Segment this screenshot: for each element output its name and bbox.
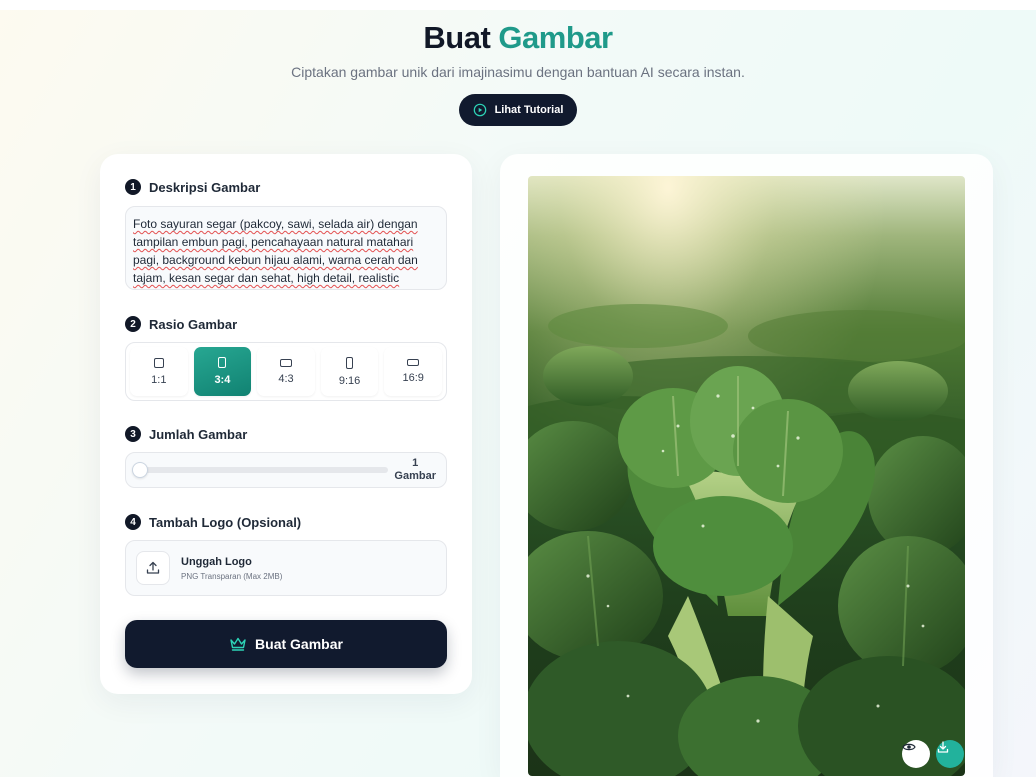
title-part1: Buat	[423, 20, 491, 55]
tall-portrait-icon	[346, 356, 354, 369]
section-count-head: 3 Jumlah Gambar	[125, 426, 247, 442]
ratio-option-3-4[interactable]: 3:4	[193, 347, 252, 396]
page-title: Buat Gambar	[0, 18, 1036, 58]
prompt-text: Foto sayuran segar (pakcoy, sawi, selada…	[133, 217, 418, 285]
ratio-label: 1:1	[151, 373, 167, 386]
settings-panel: 1 Deskripsi Gambar Foto sayuran segar (p…	[100, 154, 472, 694]
ratio-option-16-9[interactable]: 16:9	[384, 347, 442, 396]
wide-landscape-icon	[407, 359, 420, 366]
eye-icon	[902, 743, 916, 751]
prompt-textarea[interactable]: Foto sayuran segar (pakcoy, sawi, selada…	[125, 206, 447, 290]
count-slider-box: 1 Gambar	[125, 452, 447, 488]
count-value: 1 Gambar	[394, 457, 436, 483]
preview-panel	[500, 154, 993, 777]
section-logo-head: 4 Tambah Logo (Opsional)	[125, 514, 301, 530]
page-subtitle: Ciptakan gambar unik dari imajinasimu de…	[291, 64, 745, 80]
generate-button[interactable]: Buat Gambar	[125, 620, 447, 668]
upload-texts: Unggah Logo PNG Transparan (Max 2MB)	[181, 556, 282, 581]
generated-image	[528, 176, 965, 776]
step-number: 3	[125, 426, 141, 442]
tutorial-label: Lihat Tutorial	[494, 104, 564, 116]
tutorial-button[interactable]: Lihat Tutorial	[458, 94, 578, 126]
upload-title: Unggah Logo	[181, 555, 252, 568]
download-button[interactable]	[936, 740, 964, 768]
count-number: 1	[412, 457, 419, 469]
title-part2: Gambar	[498, 20, 613, 55]
ratio-option-4-3[interactable]: 4:3	[257, 347, 315, 396]
generate-label: Buat Gambar	[255, 636, 343, 652]
ratio-option-9-16[interactable]: 9:16	[320, 347, 379, 396]
section-ratio-head: 2 Rasio Gambar	[125, 316, 237, 332]
upload-icon-button[interactable]	[136, 551, 170, 585]
crown-icon	[230, 637, 246, 651]
vegetable-photo	[528, 176, 965, 776]
count-slider-track[interactable]	[138, 467, 388, 473]
top-band	[0, 0, 1036, 10]
section-label: Tambah Logo (Opsional)	[149, 514, 302, 530]
page-header: Buat Gambar Ciptakan gambar unik dari im…	[0, 18, 1036, 126]
section-description-head: 1 Deskripsi Gambar	[125, 179, 260, 195]
download-icon	[937, 741, 949, 753]
landscape-icon	[279, 358, 292, 367]
step-number: 2	[125, 316, 141, 332]
ratio-selector: 1:1 3:4 4:3 9:16 16:9	[125, 342, 447, 401]
section-label: Deskripsi Gambar	[149, 179, 261, 195]
ratio-label: 4:3	[278, 372, 294, 385]
section-label: Rasio Gambar	[149, 316, 238, 332]
square-icon	[153, 357, 164, 368]
upload-icon	[146, 561, 160, 574]
upload-hint: PNG Transparan (Max 2MB)	[181, 571, 283, 581]
count-slider-thumb[interactable]	[132, 462, 148, 478]
section-label: Jumlah Gambar	[149, 426, 248, 442]
step-number: 4	[125, 514, 141, 530]
play-circle-icon	[473, 103, 486, 117]
portrait-icon	[218, 357, 227, 368]
ratio-label: 9:16	[338, 374, 361, 387]
step-number: 1	[125, 179, 141, 195]
ratio-option-1-1[interactable]: 1:1	[130, 347, 188, 396]
count-unit: Gambar	[394, 470, 436, 482]
logo-upload-area[interactable]: Unggah Logo PNG Transparan (Max 2MB)	[125, 540, 447, 596]
ratio-label: 3:4	[214, 374, 231, 386]
view-button[interactable]	[902, 740, 930, 768]
ratio-label: 16:9	[402, 372, 424, 384]
